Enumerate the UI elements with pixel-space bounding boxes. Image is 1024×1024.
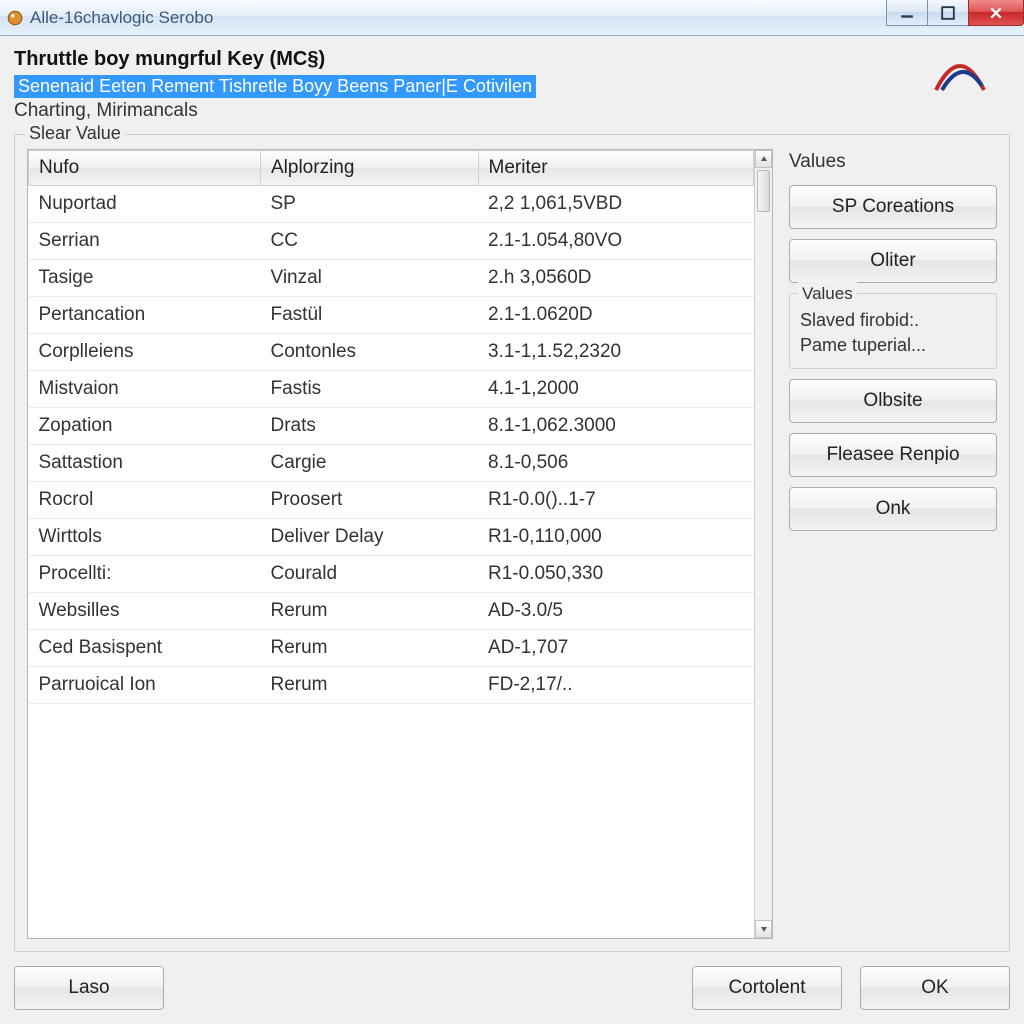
dialog-title: Thruttle boy mungrful Key (MC§) bbox=[14, 48, 1010, 71]
table-row[interactable]: RocrolProosertR1-0.0()..1-7 bbox=[29, 482, 754, 519]
sp-coreations-button[interactable]: SP Coreations bbox=[789, 185, 997, 229]
table-cell: Serrian bbox=[29, 223, 261, 260]
window-buttons bbox=[887, 0, 1024, 26]
table-cell: Parruoical Ion bbox=[29, 667, 261, 704]
table-cell: Zopation bbox=[29, 408, 261, 445]
app-window: Alle-16chavlogic Serobo Thruttle boy mun… bbox=[0, 0, 1024, 1024]
table-cell: Wirttols bbox=[29, 519, 261, 556]
table-row[interactable]: TasigeVinzal2.h 3,0560D bbox=[29, 260, 754, 297]
table-cell: Procellti: bbox=[29, 556, 261, 593]
table-cell: Proosert bbox=[261, 482, 479, 519]
table-cell: Contonles bbox=[261, 334, 479, 371]
client-area: Thruttle boy mungrful Key (MC§) Senenaid… bbox=[0, 36, 1024, 1024]
scroll-down-icon[interactable] bbox=[755, 920, 772, 938]
table-cell: Corplleiens bbox=[29, 334, 261, 371]
table-row[interactable]: WirttolsDeliver DelayR1-0,110,000 bbox=[29, 519, 754, 556]
vertical-scrollbar[interactable] bbox=[754, 150, 772, 938]
table-cell: Cargie bbox=[261, 445, 479, 482]
table-cell: Ced Basispent bbox=[29, 630, 261, 667]
table-cell: Drats bbox=[261, 408, 479, 445]
table-cell: Rerum bbox=[261, 630, 479, 667]
table-row[interactable]: PertancationFastül2.1-1.0620D bbox=[29, 297, 754, 334]
dialog-subtitle: Charting, Mirimancals bbox=[14, 100, 1010, 122]
table-cell: FD-2,17/.. bbox=[478, 667, 754, 704]
table-cell: Rerum bbox=[261, 593, 479, 630]
group-legend: Slear Value bbox=[25, 123, 125, 144]
table-cell: Deliver Delay bbox=[261, 519, 479, 556]
col-alplorzing[interactable]: Alplorzing bbox=[261, 151, 479, 186]
onk-button[interactable]: Onk bbox=[789, 487, 997, 531]
table-row[interactable]: CorplleiensContonles3.1-1,1.52,2320 bbox=[29, 334, 754, 371]
maximize-button[interactable] bbox=[927, 0, 969, 26]
values-group-legend: Values bbox=[798, 282, 857, 306]
table-row[interactable]: WebsillesRerumAD-3.0/5 bbox=[29, 593, 754, 630]
app-icon bbox=[6, 9, 24, 27]
table-cell: Pertancation bbox=[29, 297, 261, 334]
window-title: Alle-16chavlogic Serobo bbox=[30, 8, 1018, 28]
values-label: Values bbox=[789, 151, 997, 173]
table-cell: 8.1-1,062.3000 bbox=[478, 408, 754, 445]
titlebar: Alle-16chavlogic Serobo bbox=[0, 0, 1024, 36]
table-cell: Fastis bbox=[261, 371, 479, 408]
scroll-up-icon[interactable] bbox=[755, 150, 772, 168]
col-nufo[interactable]: Nufo bbox=[29, 151, 261, 186]
table-cell: 2.1-1.0620D bbox=[478, 297, 754, 334]
table-cell: Courald bbox=[261, 556, 479, 593]
scroll-thumb[interactable] bbox=[757, 170, 770, 212]
table-row[interactable]: NuportadSP2,2 1,061,5VBD bbox=[29, 186, 754, 223]
table-row[interactable]: MistvaionFastis4.1-1,2000 bbox=[29, 371, 754, 408]
table-cell: R1-0.050,330 bbox=[478, 556, 754, 593]
table-cell: Sattastion bbox=[29, 445, 261, 482]
table-cell: Nuportad bbox=[29, 186, 261, 223]
pame-tuperial-label: Pame tuperial... bbox=[800, 333, 986, 358]
table-row[interactable]: SerrianCC2.1-1.054,80VO bbox=[29, 223, 754, 260]
table-row[interactable]: ZopationDrats8.1-1,062.3000 bbox=[29, 408, 754, 445]
table-row[interactable]: Parruoical IonRerumFD-2,17/.. bbox=[29, 667, 754, 704]
olbsite-button[interactable]: Olbsite bbox=[789, 379, 997, 423]
table-cell: Fastül bbox=[261, 297, 479, 334]
table-cell: Rerum bbox=[261, 667, 479, 704]
table-row[interactable]: Procellti:CouraldR1-0.050,330 bbox=[29, 556, 754, 593]
table-cell: 3.1-1,1.52,2320 bbox=[478, 334, 754, 371]
table-cell: SP bbox=[261, 186, 479, 223]
table-cell: CC bbox=[261, 223, 479, 260]
table-row[interactable]: SattastionCargie8.1-0,506 bbox=[29, 445, 754, 482]
close-button[interactable] bbox=[968, 0, 1024, 26]
table-cell: 4.1-1,2000 bbox=[478, 371, 754, 408]
table-cell: R1-0,110,000 bbox=[478, 519, 754, 556]
table-cell: Vinzal bbox=[261, 260, 479, 297]
app-logo-icon bbox=[932, 50, 988, 96]
fleasee-renpio-button[interactable]: Fleasee Renpio bbox=[789, 433, 997, 477]
data-table[interactable]: Nufo Alplorzing Meriter NuportadSP2,2 1,… bbox=[27, 149, 773, 939]
table-cell: 2,2 1,061,5VBD bbox=[478, 186, 754, 223]
breadcrumb[interactable]: Senenaid Eeten Rement Tishretle Boyy Bee… bbox=[14, 75, 536, 98]
table-cell: R1-0.0()..1-7 bbox=[478, 482, 754, 519]
cortolent-button[interactable]: Cortolent bbox=[692, 966, 842, 1010]
oliter-button[interactable]: Oliter bbox=[789, 239, 997, 283]
footer-buttons: Laso Cortolent OK bbox=[14, 966, 1010, 1010]
table-cell: Websilles bbox=[29, 593, 261, 630]
laso-button[interactable]: Laso bbox=[14, 966, 164, 1010]
slaved-firobid-label: Slaved firobid:. bbox=[800, 308, 986, 333]
table-cell: 8.1-0,506 bbox=[478, 445, 754, 482]
table-cell: Rocrol bbox=[29, 482, 261, 519]
col-meriter[interactable]: Meriter bbox=[478, 151, 754, 186]
minimize-button[interactable] bbox=[886, 0, 928, 26]
slear-value-group: Slear Value Nufo Alplorzing Meriter bbox=[14, 134, 1010, 952]
values-group: Values Slaved firobid:. Pame tuperial... bbox=[789, 293, 997, 369]
table-cell: AD-1,707 bbox=[478, 630, 754, 667]
dialog-header: Thruttle boy mungrful Key (MC§) Senenaid… bbox=[14, 48, 1010, 126]
table-cell: Mistvaion bbox=[29, 371, 261, 408]
table-cell: Tasige bbox=[29, 260, 261, 297]
main-row: Nufo Alplorzing Meriter NuportadSP2,2 1,… bbox=[27, 149, 997, 939]
side-panel: Values SP Coreations Oliter Values Slave… bbox=[789, 149, 997, 939]
ok-button[interactable]: OK bbox=[860, 966, 1010, 1010]
table-row[interactable]: Ced BasispentRerumAD-1,707 bbox=[29, 630, 754, 667]
table-cell: AD-3.0/5 bbox=[478, 593, 754, 630]
table-header-row: Nufo Alplorzing Meriter bbox=[29, 151, 754, 186]
table-cell: 2.1-1.054,80VO bbox=[478, 223, 754, 260]
table-cell: 2.h 3,0560D bbox=[478, 260, 754, 297]
